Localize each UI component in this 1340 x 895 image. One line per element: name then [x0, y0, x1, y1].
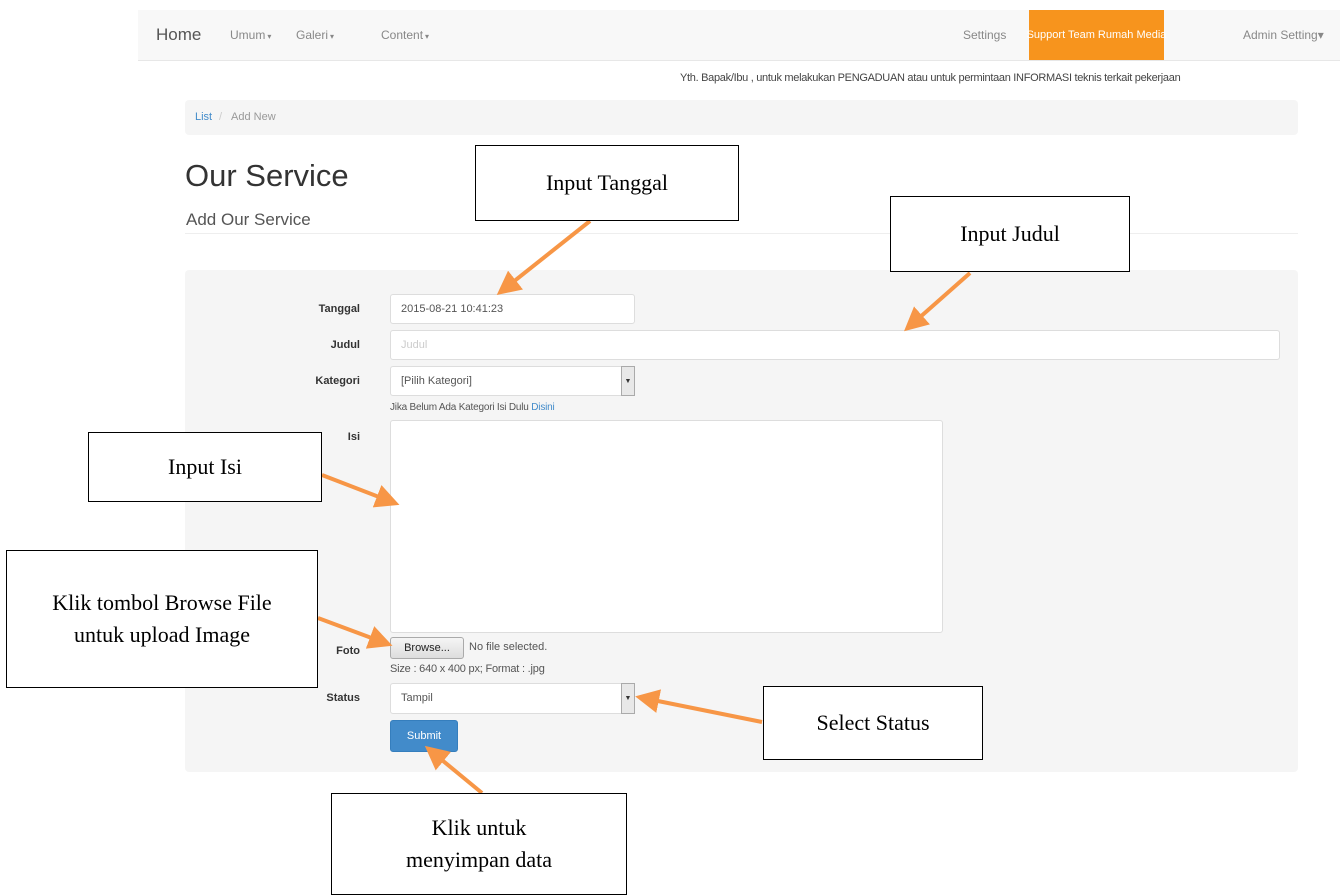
arrow-submit: [424, 745, 484, 795]
arrow-tanggal: [496, 219, 592, 295]
callout-browse: Klik tombol Browse File untuk upload Ima…: [6, 550, 318, 688]
arrow-judul: [904, 271, 972, 332]
callout-input-isi: Input Isi: [88, 432, 322, 502]
callout-input-tanggal: Input Tanggal: [475, 145, 739, 221]
arrow-status: [635, 689, 763, 724]
callout-input-judul: Input Judul: [890, 196, 1130, 272]
callout-select-status: Select Status: [763, 686, 983, 760]
arrow-isi: [321, 473, 400, 508]
arrow-browse: [317, 616, 393, 649]
callout-submit: Klik untuk menyimpan data: [331, 793, 627, 895]
